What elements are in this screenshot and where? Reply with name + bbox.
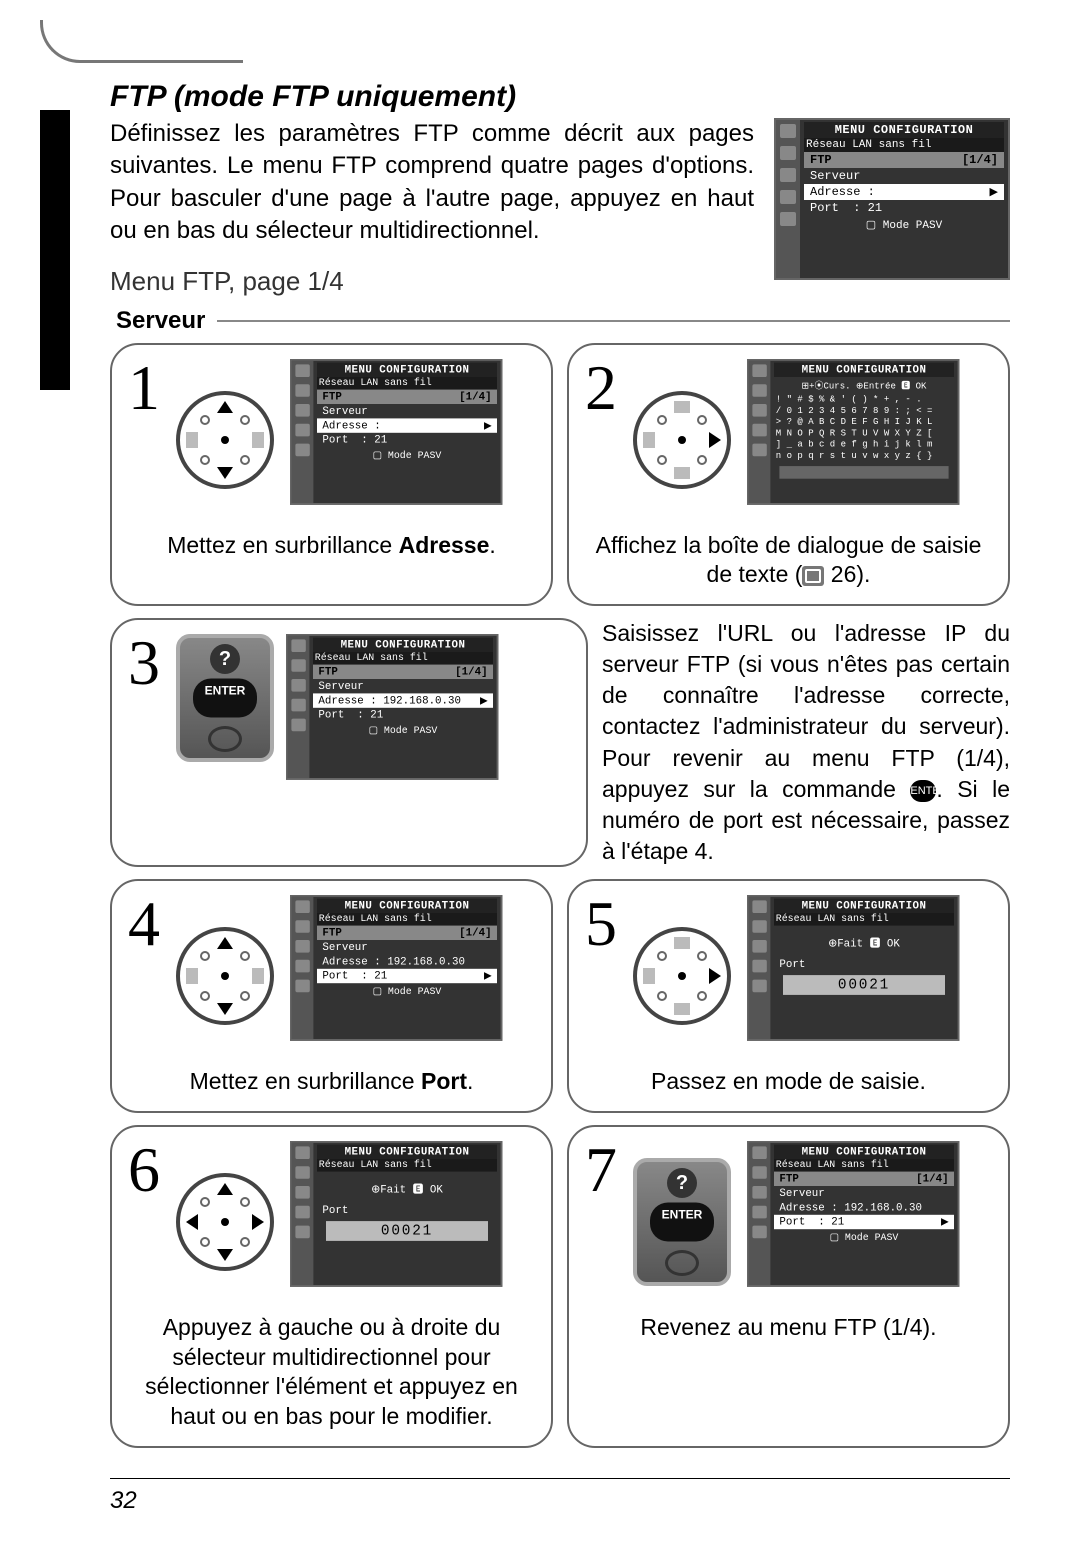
step-card-4: 4 MENU CONFIGURATION Réseau bbox=[110, 879, 553, 1113]
side-tab-marker bbox=[40, 110, 70, 390]
intro-paragraph: Définissez les paramètres FTP comme décr… bbox=[110, 118, 754, 248]
lcd-footer: ▢ Mode PASV bbox=[804, 216, 1004, 233]
lcd-screen-intro: MENU CONFIGURATION Réseau LAN sans fil F… bbox=[774, 118, 1010, 280]
step-caption: Appuyez à gauche ou à droite du sélecteu… bbox=[128, 1313, 535, 1433]
divider bbox=[217, 320, 1010, 322]
step-card-6: 6 MENU CONFIGURATION Réseau bbox=[110, 1125, 553, 1449]
enter-button-icon: ? ENTER bbox=[176, 634, 274, 762]
enter-button-icon: ? ENTER bbox=[633, 1158, 731, 1286]
serveur-heading: Serveur bbox=[110, 307, 211, 335]
step-number: 4 bbox=[128, 895, 160, 953]
step-caption: Affichez la boîte de dialogue de saisie … bbox=[585, 531, 992, 591]
step-number: 3 bbox=[128, 634, 160, 692]
step-number: 5 bbox=[585, 895, 617, 953]
step-caption: Mettez en surbrillance Port. bbox=[128, 1067, 535, 1097]
lcd-screen-step7: MENU CONFIGURATION Réseau LAN sans fil F… bbox=[747, 1141, 959, 1287]
step-card-1: 1 MENU CONFIGURATION Réseau bbox=[110, 343, 553, 607]
lcd-row-port: Port : 21 bbox=[804, 200, 1004, 216]
lcd-tab-name: FTP bbox=[810, 153, 832, 167]
dpad-icon bbox=[633, 391, 731, 489]
dpad-icon bbox=[176, 391, 274, 489]
reference-icon bbox=[802, 566, 824, 586]
step-3-text: Saisissez l'URL ou l'adresse IP du serve… bbox=[602, 618, 1010, 866]
lcd-row-serveur: Serveur bbox=[804, 168, 1004, 184]
enter-inline-icon: ENTER bbox=[910, 780, 936, 802]
section-title: FTP (mode FTP uniquement) bbox=[110, 80, 1010, 114]
step-caption: Mettez en surbrillance Adresse. bbox=[128, 531, 535, 561]
lcd-subtitle: Réseau LAN sans fil bbox=[804, 138, 1004, 152]
lcd-screen-step4: MENU CONFIGURATION Réseau LAN sans fil F… bbox=[290, 895, 502, 1041]
page-corner-decoration bbox=[40, 20, 243, 63]
step-number: 7 bbox=[585, 1141, 617, 1199]
lcd-row-adresse: Adresse :▶ bbox=[804, 184, 1004, 200]
lcd-title: MENU CONFIGURATION bbox=[804, 122, 1004, 138]
page-number: 32 bbox=[110, 1478, 1010, 1515]
step-caption: Revenez au menu FTP (1/4). bbox=[585, 1313, 992, 1343]
dpad-icon bbox=[176, 927, 274, 1025]
step-card-7: 7 ? ENTER MENU CONFIGURATION Réseau LAN … bbox=[567, 1125, 1010, 1449]
step-card-3: 3 ? ENTER bbox=[110, 618, 588, 866]
lcd-screen-step6: MENU CONFIGURATION Réseau LAN sans fil ⊕… bbox=[290, 1141, 502, 1287]
lcd-screen-step5: MENU CONFIGURATION Réseau LAN sans fil ⊕… bbox=[747, 895, 959, 1041]
lcd-screen-step1: MENU CONFIGURATION Réseau LAN sans fil F… bbox=[290, 359, 502, 505]
step-caption: Passez en mode de saisie. bbox=[585, 1067, 992, 1097]
step-number: 6 bbox=[128, 1141, 160, 1199]
lcd-screen-step2: MENU CONFIGURATION ⊞+⦿Curs. ⊕Entrée 🅴 OK… bbox=[747, 359, 959, 505]
lcd-screen-step3: MENU CONFIGURATION Réseau LAN sans fil F… bbox=[286, 634, 498, 780]
step-number: 1 bbox=[128, 359, 160, 417]
dpad-icon bbox=[176, 1173, 274, 1271]
step-number: 2 bbox=[585, 359, 617, 417]
dpad-icon bbox=[633, 927, 731, 1025]
step-card-5: 5 MENU CONFIGURATION Réseau bbox=[567, 879, 1010, 1113]
step-card-2: 2 MENU CONFIGURATION ⊞+⦿Curs bbox=[567, 343, 1010, 607]
menu-subtitle: Menu FTP, page 1/4 bbox=[110, 266, 754, 297]
lcd-page-indicator: [1/4] bbox=[962, 153, 998, 167]
